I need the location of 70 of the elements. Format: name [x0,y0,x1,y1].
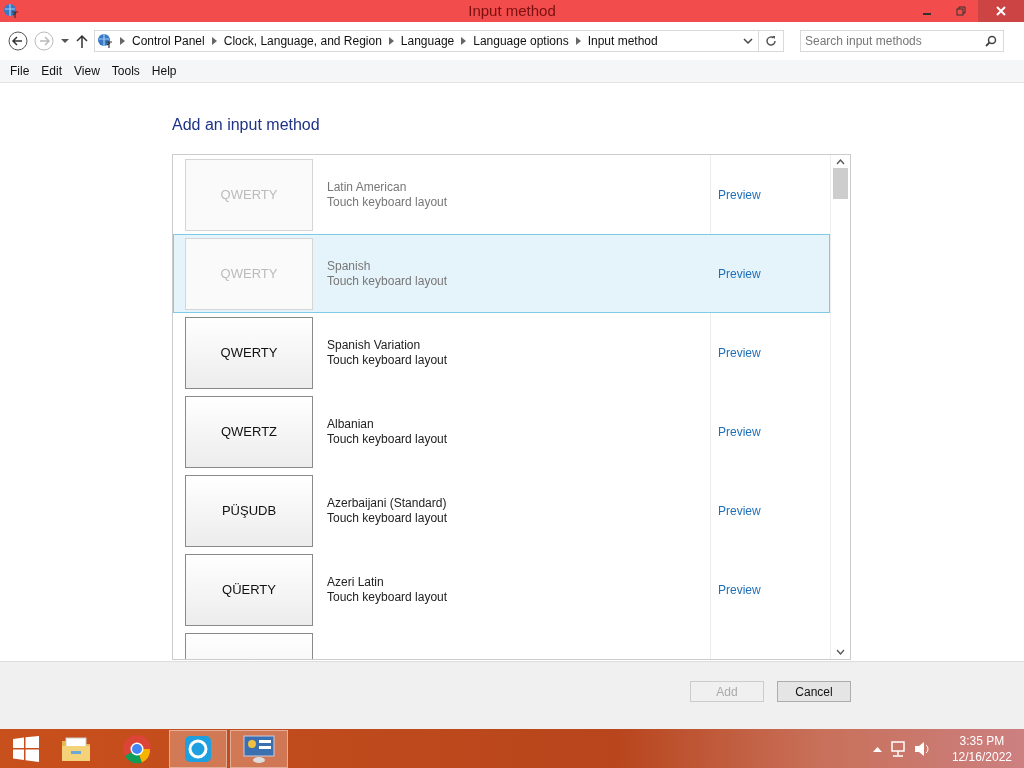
preview-link[interactable]: Preview [718,345,761,360]
keyboard-tile: QWERTY [185,158,313,231]
layout-description: Touch keyboard layout [327,431,449,447]
keyboard-tile: QWERTY [185,316,313,389]
folder-icon[interactable] [60,735,92,763]
layout-description: Touch keyboard layout [327,352,449,368]
chevron-icon [575,37,581,45]
breadcrumb-item[interactable]: Input method [587,34,658,48]
control-panel-icon[interactable] [243,734,275,764]
address-bar[interactable]: Control Panel Clock, Language, and Region Language Language options Input method [94,30,784,52]
breadcrumb-item[interactable]: Clock, Language, and Region [223,34,382,48]
chevron-icon [388,37,394,45]
menu-item[interactable]: Help [145,64,183,78]
scroll-up-icon[interactable] [836,159,845,165]
breadcrumb-item[interactable]: Control Panel [132,34,205,48]
speaker-icon[interactable] [913,741,930,757]
preview-link[interactable]: Preview [718,582,761,597]
refresh-icon[interactable] [765,35,777,47]
up-arrow-icon[interactable] [76,34,88,48]
input-method-row[interactable]: QWERTZ Albanian Touch keyboard layout Preview [173,392,830,471]
breadcrumb-item[interactable]: Language options [473,34,569,48]
menu-item[interactable]: Edit [35,64,69,78]
layout-description: Touch keyboard layout [327,273,449,289]
chevron-icon [120,37,125,45]
preview-link[interactable]: Preview [718,424,761,439]
layout-name: Albanian [327,416,375,432]
keyboard-tile: PÜŞUDB [185,474,313,547]
window-title: Input method [468,2,556,19]
layout-name: Spanish [327,258,372,274]
layout-name: Azerbaijani (Standard) [327,495,448,511]
dialog-button[interactable]: Cancel [777,681,851,702]
chevron-icon [461,37,467,45]
keyboard-tile: QÜERTY [185,553,313,626]
restore-icon[interactable] [956,6,966,16]
breadcrumb-item[interactable]: Language [400,34,455,48]
layout-description: Touch keyboard layout [327,510,449,526]
layout-name: Azeri Latin [327,574,385,590]
menu-item[interactable]: View [68,64,106,78]
chevron-down-icon[interactable] [742,36,754,46]
network-icon[interactable] [889,741,906,757]
search-box[interactable]: Search input methods [800,30,1004,52]
browser-icon[interactable] [122,734,152,764]
scrollbar-thumb[interactable] [833,168,848,199]
menu-item[interactable]: File [4,64,36,78]
dropdown-icon[interactable] [60,36,70,46]
layout-name: Latin American [327,179,408,195]
show-hidden-icons-icon[interactable] [872,746,882,752]
app-icon [3,3,19,19]
clock-date: 12/16/2022 [951,749,1012,765]
layout-description: Touch keyboard layout [327,589,449,605]
input-method-row[interactable]: QWERTY Spanish Variation Touch keyboard layout Preview [173,313,830,392]
input-method-row[interactable]: QÜERTY Azeri Latin Touch keyboard layout Preview [173,550,830,629]
input-method-row[interactable]: PÜŞUDB Azerbaijani (Standard) Touch keyboard layout Preview [173,471,830,550]
back-icon[interactable] [8,31,28,51]
close-button[interactable] [978,0,1024,22]
clock-time: 3:35 PM [959,733,1005,749]
keyboard-tile: QWERTZ [185,395,313,468]
menu-item[interactable]: Tools [105,64,146,78]
chat-app-icon[interactable] [184,735,212,763]
location-icon [97,33,113,49]
layout-description: Touch keyboard layout [327,194,449,210]
page-heading: Add an input method [172,116,321,134]
scroll-down-icon[interactable] [836,649,845,655]
search-icon [985,35,997,47]
windows-logo-icon[interactable] [13,736,39,762]
close-icon [996,6,1006,16]
layout-name: Spanish Variation [327,337,422,353]
chevron-icon [211,37,217,45]
keyboard-tile: QWERTY [185,237,313,310]
preview-link[interactable]: Preview [718,503,761,518]
